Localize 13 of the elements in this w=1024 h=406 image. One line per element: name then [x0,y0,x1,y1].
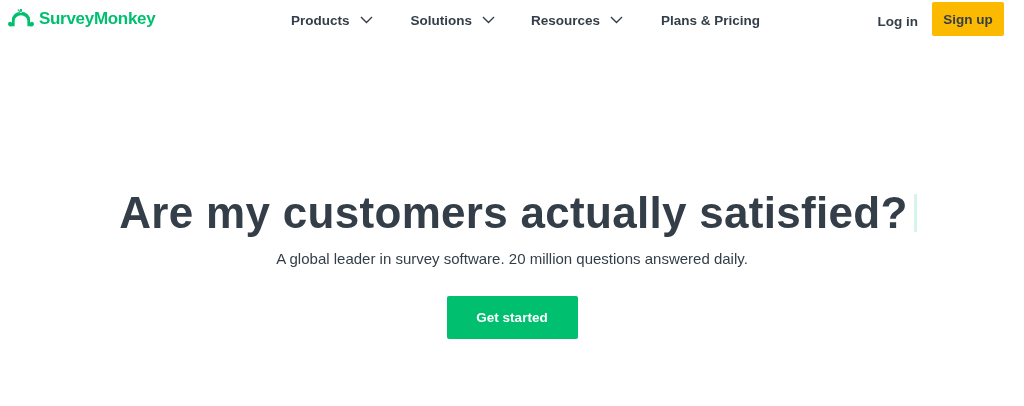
headline: Are my customers actually satisfied? [119,187,908,239]
signup-button[interactable]: Sign up [932,2,1004,36]
login-link[interactable]: Log in [877,13,918,29]
nav-link[interactable]: Resources [531,12,624,28]
chevron-down-icon [610,16,624,24]
logo-icon [6,9,36,29]
subtitle: A global leader in survey software. 20 million questions answered daily. [276,250,748,267]
nav-link[interactable]: Plans & Pricing [661,12,761,28]
nav-link[interactable]: Solutions [410,12,495,28]
chevron-down-icon [359,16,373,24]
nav-link[interactable]: Products [291,12,373,28]
text-cursor [913,194,917,232]
chevron-down-icon [482,16,495,24]
